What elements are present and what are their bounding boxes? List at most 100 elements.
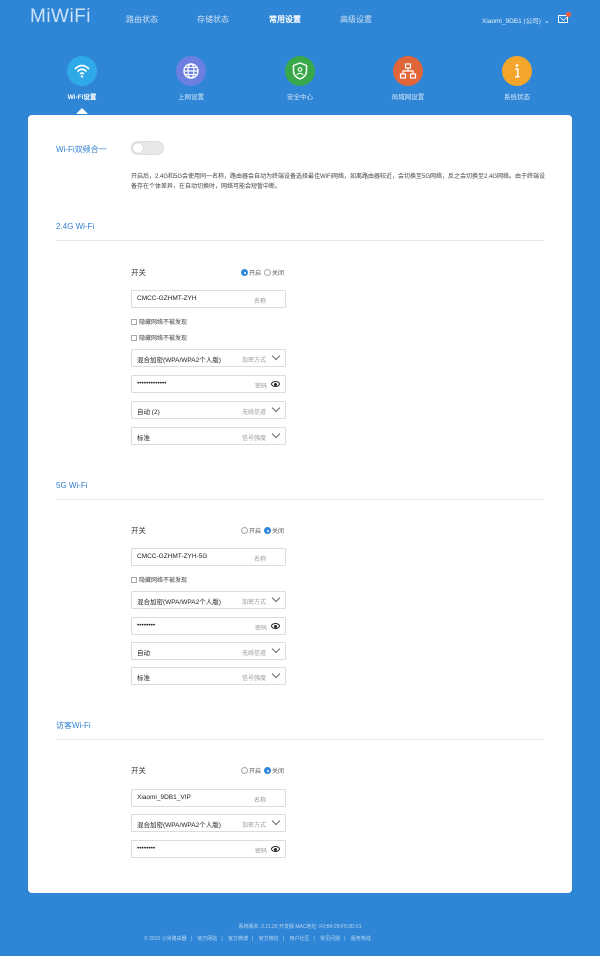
switch-radios-guest: 开启 关闭 <box>241 766 287 775</box>
password-value: ••••••••••••• <box>137 380 167 387</box>
hide-network-checkbox-24g-2[interactable]: 隐藏网络不被发现 <box>131 333 187 342</box>
hide-network-checkbox-24g[interactable]: 隐藏网络不被发现 <box>131 317 187 326</box>
tab-label: 安全中心 <box>287 94 313 101</box>
radio-on-24g[interactable] <box>241 269 248 276</box>
channel-hint: 无线信道 <box>242 651 267 657</box>
tab-system-status[interactable]: 系统状态 <box>487 56 547 101</box>
radio-off-5g[interactable] <box>264 527 272 534</box>
radio-on-label: 开启 <box>249 769 262 775</box>
password-hint: 密码 <box>255 849 268 855</box>
show-password-eye-icon[interactable] <box>271 623 280 629</box>
checkbox-box <box>131 335 137 341</box>
encryption-select-guest[interactable]: 混合加密(WPA/WPA2个人版) 加密方式 <box>131 814 286 832</box>
user-menu[interactable]: Xiaomi_9DB1 (公司) ⌄ <box>482 15 550 25</box>
tab-label: 上网设置 <box>178 94 204 101</box>
ssid-hint: 名称 <box>254 798 267 804</box>
globe-icon <box>176 56 206 86</box>
radio-off-24g[interactable] <box>264 269 272 276</box>
tab-security-center[interactable]: 安全中心 <box>270 56 330 101</box>
ssid-input-24g[interactable]: CMCC-GZHMT-ZYH 名称 <box>131 290 286 308</box>
footer-link-wechat[interactable]: 官方微信 <box>259 936 279 942</box>
wifi-icon <box>67 56 97 86</box>
ssid-value: Xiaomi_9DB1_VIP <box>137 794 191 801</box>
encryption-value: 混合加密(WPA/WPA2个人版) <box>137 822 221 829</box>
encryption-value: 混合加密(WPA/WPA2个人版) <box>137 357 221 364</box>
toggle-knob <box>133 143 143 153</box>
hide-network-label: 隐藏网络不被发现 <box>139 320 188 326</box>
strength-hint: 信号强度 <box>242 676 267 682</box>
strength-hint: 信号强度 <box>242 436 267 442</box>
divider <box>56 739 544 740</box>
mail-icon[interactable] <box>558 12 571 23</box>
switch-label-5g: 开关 <box>131 526 146 535</box>
radio-on-label: 开启 <box>249 529 262 535</box>
footer-link-hotline[interactable]: 服务热线 <box>351 936 371 942</box>
checkbox-box <box>131 319 137 325</box>
chevron-down-icon <box>271 816 281 826</box>
active-tab-pointer <box>76 108 88 114</box>
footer-link-faq[interactable]: 常见问题 <box>320 936 340 942</box>
password-input-24g[interactable]: ••••••••••••• 密码 <box>131 375 286 393</box>
divider <box>56 240 544 241</box>
tab-internet-settings[interactable]: 上网设置 <box>161 56 221 101</box>
show-password-eye-icon[interactable] <box>271 846 280 852</box>
radio-off-guest[interactable] <box>264 767 272 774</box>
signal-strength-select-24g[interactable]: 标准 信号强度 <box>131 427 286 445</box>
chevron-down-icon <box>271 644 281 654</box>
chevron-down-icon <box>271 669 281 679</box>
section-title-24g: 2.4G Wi-Fi <box>56 222 95 231</box>
password-hint: 密码 <box>255 626 268 632</box>
password-value: •••••••• <box>137 622 156 629</box>
radio-on-5g[interactable] <box>241 527 248 534</box>
password-input-guest[interactable]: •••••••• 密码 <box>131 840 286 858</box>
show-password-eye-icon[interactable] <box>271 381 280 387</box>
switch-label-24g: 开关 <box>131 268 146 277</box>
settings-tabs: Wi-Fi设置 上网设置 安全中心 局域网设置 系统状态 <box>0 56 600 106</box>
channel-select-5g[interactable]: 自动 无线信道 <box>131 642 286 660</box>
nav-advanced-settings[interactable]: 高级设置 <box>340 14 372 25</box>
encryption-hint: 加密方式 <box>242 600 267 606</box>
password-input-5g[interactable]: •••••••• 密码 <box>131 617 286 635</box>
tab-lan-settings[interactable]: 局域网设置 <box>378 56 438 101</box>
signal-strength-select-5g[interactable]: 标准 信号强度 <box>131 667 286 685</box>
tab-label: 系统状态 <box>504 94 530 101</box>
dual-band-toggle[interactable] <box>131 141 164 155</box>
hide-network-label: 隐藏网络不被发现 <box>139 336 188 342</box>
chevron-down-icon <box>271 429 281 439</box>
info-icon <box>502 56 532 86</box>
wifi-settings-panel: Wi-Fi双频合一 开启后，2.4G和5G会使用同一名称，路由器会自动为终端设备… <box>28 115 572 893</box>
hide-network-checkbox-5g[interactable]: 隐藏网络不被发现 <box>131 575 187 584</box>
tab-wifi-settings[interactable]: Wi-Fi设置 <box>52 56 112 101</box>
nav-common-settings[interactable]: 常用设置 <box>269 14 301 25</box>
ssid-hint: 名称 <box>254 557 267 563</box>
nav-router-status[interactable]: 路由状态 <box>126 14 158 25</box>
radio-on-guest[interactable] <box>241 767 248 774</box>
shield-icon <box>285 56 315 86</box>
radio-off-label: 关闭 <box>272 529 285 535</box>
footer-link-weibo[interactable]: 官方微博 <box>228 936 248 942</box>
channel-value: 自动 <box>137 650 150 657</box>
notification-dot <box>566 12 571 17</box>
encryption-select-24g[interactable]: 混合加密(WPA/WPA2个人版) 加密方式 <box>131 349 286 367</box>
top-bar: MiWiFi 路由状态 存储状态 常用设置 高级设置 Xiaomi_9DB1 (… <box>0 0 600 40</box>
password-value: •••••••• <box>137 845 156 852</box>
network-icon <box>393 56 423 86</box>
section-title-5g: 5G Wi-Fi <box>56 481 88 490</box>
chevron-down-icon: ⌄ <box>543 18 550 25</box>
footer-links: © 2015 小米路由器 | 官方网站 | 官方微博 | 官方微信 | 用户社区 | 常见… <box>144 936 371 942</box>
dual-band-label: Wi-Fi双频合一 <box>56 145 107 154</box>
footer-link-community[interactable]: 用户社区 <box>289 936 309 942</box>
ssid-input-guest[interactable]: Xiaomi_9DB1_VIP 名称 <box>131 789 286 807</box>
chevron-down-icon <box>271 403 281 413</box>
switch-radios-5g: 开启 关闭 <box>241 526 287 535</box>
encryption-select-5g[interactable]: 混合加密(WPA/WPA2个人版) 加密方式 <box>131 591 286 609</box>
ssid-input-5g[interactable]: CMCC-GZHMT-ZYH-5G 名称 <box>131 548 286 566</box>
radio-on-label: 开启 <box>249 271 262 277</box>
radio-off-label: 关闭 <box>272 769 285 775</box>
footer-link-website[interactable]: 官方网站 <box>197 936 217 942</box>
nav-storage-status[interactable]: 存储状态 <box>197 14 229 25</box>
dual-band-description: 开启后，2.4G和5G会使用同一名称，路由器会自动为终端设备选择最佳WiFi网络… <box>131 174 546 190</box>
radio-off-label: 关闭 <box>272 271 285 277</box>
channel-select-24g[interactable]: 自动 (2) 无线信道 <box>131 401 286 419</box>
strength-value: 标准 <box>137 435 150 442</box>
